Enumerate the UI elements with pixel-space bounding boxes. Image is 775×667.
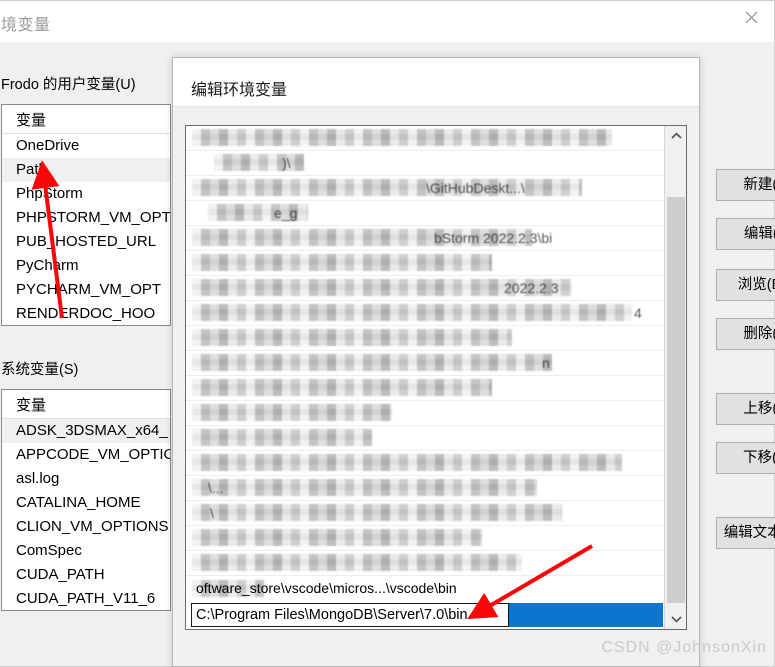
chevron-down-icon[interactable] bbox=[665, 609, 686, 629]
scrollbar-thumb[interactable] bbox=[667, 197, 685, 603]
path-entry-text-fragment: \ bbox=[210, 505, 214, 521]
path-entry-row[interactable]: \ bbox=[186, 501, 664, 526]
redaction-bar bbox=[192, 129, 612, 146]
redaction-bar bbox=[192, 554, 522, 571]
side-button[interactable]: 删除(D) bbox=[716, 318, 775, 350]
list-item[interactable]: CUDA_PATH_V11_6 bbox=[2, 587, 170, 610]
list-item[interactable]: PhpStorm bbox=[2, 182, 170, 206]
path-entry-row[interactable]: e_g bbox=[186, 201, 664, 226]
path-entry-row[interactable] bbox=[186, 251, 664, 276]
side-button[interactable]: 下移(O) bbox=[716, 442, 775, 474]
path-entry-row[interactable] bbox=[186, 526, 664, 551]
path-entry-row[interactable] bbox=[186, 451, 664, 476]
path-entry-rows: )\ \GitHubDeskt...\ e_g bStorm 2022.2.3\bi 2… bbox=[186, 126, 664, 629]
redaction-bar bbox=[192, 454, 622, 471]
list-item[interactable]: ADSK_3DSMAX_x64_ bbox=[2, 419, 170, 443]
path-entries-list[interactable]: )\ \GitHubDeskt...\ e_g bStorm 2022.2.3\bi 2… bbox=[185, 125, 687, 630]
user-variables-rows: OneDrive Path PhpStorm PHPSTORM_VM_OPT PUB_H… bbox=[2, 134, 170, 325]
redaction-bar bbox=[192, 304, 632, 321]
list-item[interactable]: PUB_HOSTED_URL bbox=[2, 230, 170, 254]
list-item[interactable]: PHPSTORM_VM_OPT bbox=[2, 206, 170, 230]
path-entry-text-fragment: 4 bbox=[634, 305, 642, 321]
system-variables-list[interactable]: 变量 ADSK_3DSMAX_x64_ APPCODE_VM_OPTIO asl.l… bbox=[1, 389, 171, 611]
redaction-bar bbox=[192, 329, 512, 346]
user-variables-column-header: 变量 bbox=[2, 105, 170, 134]
list-item[interactable]: OneDrive bbox=[2, 134, 170, 158]
dialog-title: 编辑环境变量 bbox=[191, 82, 288, 99]
window-title: 境变量 bbox=[1, 17, 51, 34]
path-entry-row[interactable]: n bbox=[186, 351, 664, 376]
system-variables-rows: ADSK_3DSMAX_x64_ APPCODE_VM_OPTIO asl.log C… bbox=[2, 419, 170, 610]
redaction-bar bbox=[192, 254, 492, 271]
path-entry-text: oftware_store\vscode\micros...\vscode\bi… bbox=[196, 580, 457, 596]
watermark: CSDN @JohnsonXin bbox=[601, 639, 767, 656]
list-item[interactable]: ComSpec bbox=[2, 539, 170, 563]
path-entry-row[interactable]: \... bbox=[186, 476, 664, 501]
side-button[interactable]: 新建(N) bbox=[716, 169, 775, 201]
user-variables-list[interactable]: 变量 OneDrive Path PhpStorm PHPSTORM_VM_OPT PU… bbox=[1, 104, 171, 326]
path-entry-row[interactable] bbox=[186, 426, 664, 451]
path-entry-text-fragment: e_g bbox=[274, 205, 298, 221]
redaction-bar bbox=[192, 354, 552, 371]
system-variables-label: 系统变量(S) bbox=[1, 362, 79, 378]
redaction-bar bbox=[192, 404, 392, 421]
redaction-bar bbox=[192, 379, 492, 396]
path-entry-row[interactable] bbox=[186, 126, 664, 151]
path-entry-row[interactable] bbox=[186, 401, 664, 426]
list-item[interactable]: Path bbox=[2, 158, 170, 182]
path-entry-text-fragment: )\ bbox=[282, 155, 291, 171]
redaction-bar bbox=[192, 529, 482, 546]
path-entry-text-fragment: \GitHubDeskt...\ bbox=[426, 180, 525, 196]
screenshot-root: 境变量 Frodo 的用户变量(U) 变量 OneDrive Path PhpSto… bbox=[0, 0, 775, 667]
path-entry-text-fragment: bStorm 2022.2.3\bi bbox=[434, 230, 553, 246]
edit-environment-variable-dialog: 编辑环境变量 )\ \GitHubDeskt...\ e_g bStorm 2022.… bbox=[172, 57, 700, 667]
side-button[interactable]: 编辑文本(T)... bbox=[716, 517, 775, 549]
path-entry-row[interactable] bbox=[186, 326, 664, 351]
path-entry-row[interactable]: 4 bbox=[186, 301, 664, 326]
redaction-bar bbox=[192, 429, 372, 446]
system-variables-column-header: 变量 bbox=[2, 390, 170, 419]
selection-highlight bbox=[509, 603, 663, 627]
list-item[interactable]: CATALINA_HOME bbox=[2, 491, 170, 515]
chevron-up-icon[interactable] bbox=[665, 126, 686, 146]
redaction-bar bbox=[192, 504, 562, 521]
side-button[interactable]: 浏览(B)... bbox=[716, 269, 775, 301]
path-entry-edit-row[interactable]: C:\Program Files\MongoDB\Server\7.0\bin bbox=[186, 601, 664, 629]
new-path-input[interactable]: C:\Program Files\MongoDB\Server\7.0\bin bbox=[191, 603, 509, 627]
path-entry-row[interactable]: bStorm 2022.2.3\bi bbox=[186, 226, 664, 251]
path-entry-row[interactable]: )\ bbox=[186, 151, 664, 176]
path-entry-row[interactable]: \GitHubDeskt...\ bbox=[186, 176, 664, 201]
dialog-body: )\ \GitHubDeskt...\ e_g bStorm 2022.2.3\bi 2… bbox=[173, 107, 699, 666]
list-item[interactable]: APPCODE_VM_OPTIO bbox=[2, 443, 170, 467]
list-item[interactable]: asl.log bbox=[2, 467, 170, 491]
user-variables-label: Frodo 的用户变量(U) bbox=[1, 77, 136, 93]
side-button[interactable]: 上移(U) bbox=[716, 393, 775, 425]
list-item[interactable]: PyCharm bbox=[2, 254, 170, 278]
list-item[interactable]: RENDERDOC_HOO bbox=[2, 302, 170, 325]
window-titlebar: 境变量 bbox=[0, 1, 774, 42]
close-icon[interactable] bbox=[728, 1, 774, 33]
path-entry-text-fragment: 2022.2.3 bbox=[504, 280, 559, 296]
side-button[interactable]: 编辑(E) bbox=[716, 218, 775, 250]
path-entry-row[interactable] bbox=[186, 551, 664, 576]
path-entry-row[interactable] bbox=[186, 376, 664, 401]
path-entry-row[interactable]: 2022.2.3 bbox=[186, 276, 664, 301]
list-item[interactable]: PYCHARM_VM_OPT bbox=[2, 278, 170, 302]
path-entry-last-row[interactable]: oftware_store\vscode\micros...\vscode\bi… bbox=[186, 577, 664, 601]
list-item[interactable]: CUDA_PATH bbox=[2, 563, 170, 587]
path-entry-text-fragment: n bbox=[542, 355, 550, 371]
redaction-bar bbox=[192, 479, 537, 496]
list-item[interactable]: CLION_VM_OPTIONS bbox=[2, 515, 170, 539]
path-list-scrollbar[interactable] bbox=[664, 126, 686, 629]
path-entry-text-fragment: \... bbox=[208, 480, 224, 496]
